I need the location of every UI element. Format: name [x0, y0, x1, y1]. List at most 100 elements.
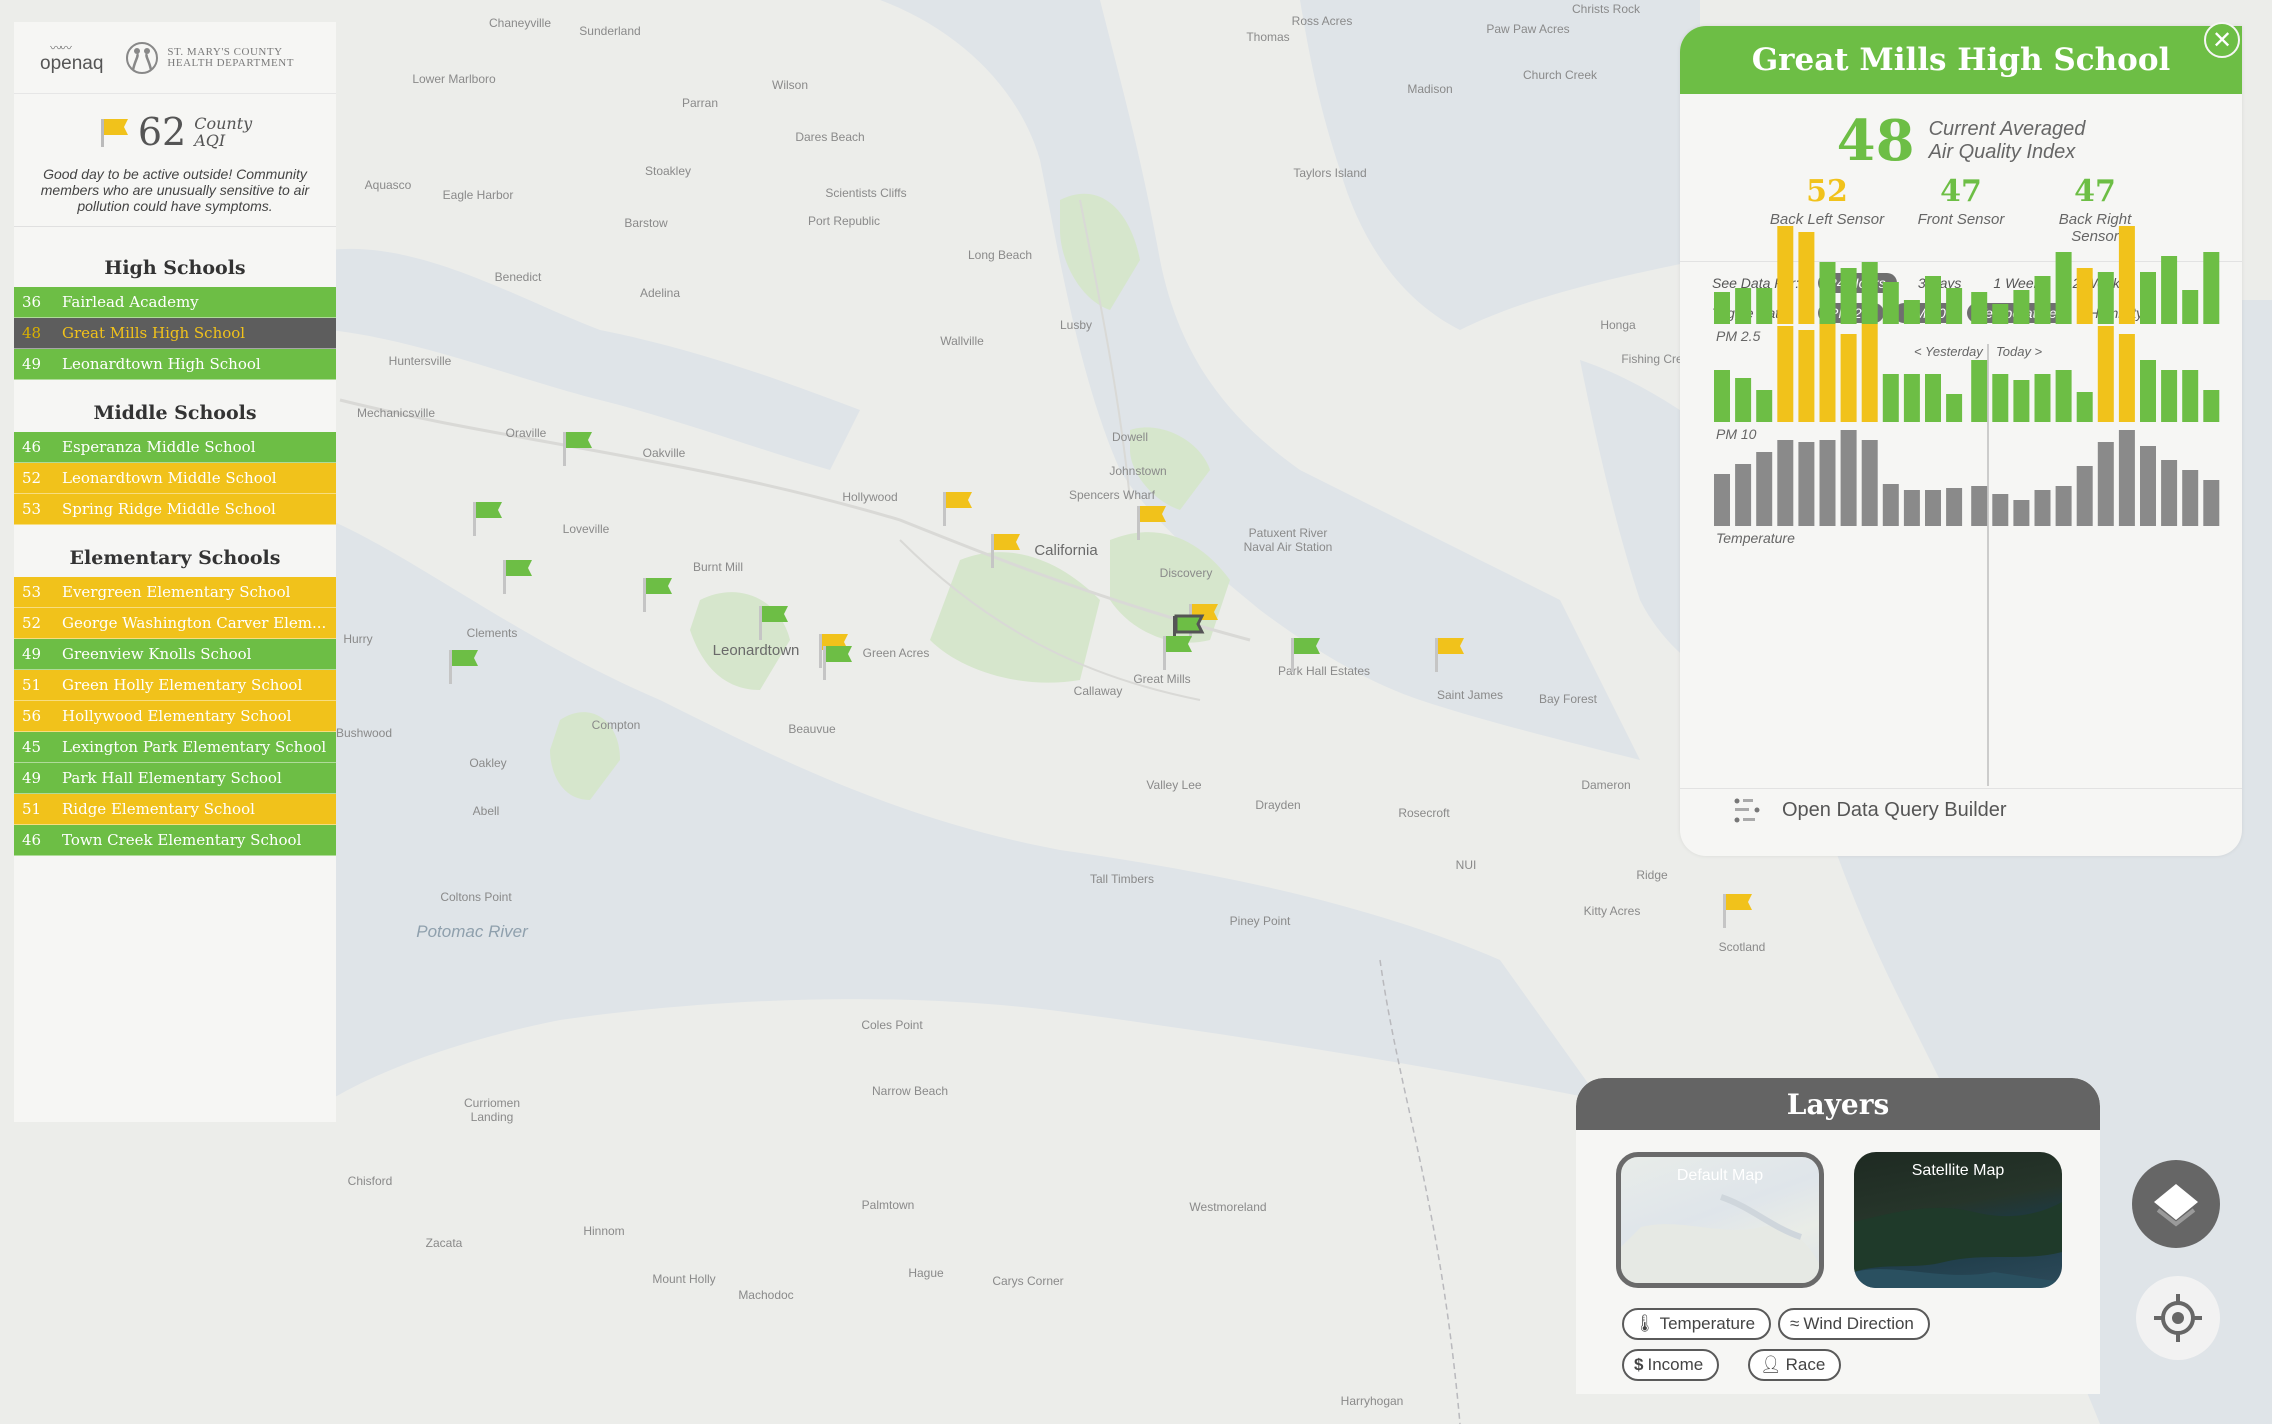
school-row[interactable]: 51 Green Holly Elementary School	[14, 670, 336, 701]
chart-bar[interactable]	[1798, 442, 1815, 526]
school-marker[interactable]	[1134, 504, 1170, 544]
school-marker[interactable]	[470, 500, 506, 540]
chart-bar[interactable]	[1903, 490, 1920, 526]
chart-bar[interactable]	[2013, 500, 2030, 526]
school-marker[interactable]	[500, 558, 536, 598]
close-detail-button[interactable]: ✕	[2204, 22, 2240, 58]
school-marker[interactable]	[988, 532, 1024, 572]
school-row[interactable]: 52 George Washington Carver Elem...	[14, 608, 336, 639]
school-row[interactable]: 56 Hollywood Elementary School	[14, 701, 336, 732]
school-marker[interactable]	[820, 644, 856, 684]
chart-bar[interactable]	[2161, 460, 2178, 526]
chart-bar[interactable]	[2118, 430, 2135, 526]
school-row[interactable]: 53 Evergreen Elementary School	[14, 577, 336, 608]
default-map-option[interactable]: Default Map	[1616, 1152, 1824, 1288]
chart-bar[interactable]	[1861, 440, 1878, 526]
chart-bar[interactable]	[1946, 488, 1963, 526]
chart-bar[interactable]	[2203, 390, 2220, 422]
chart-bar[interactable]	[1756, 288, 1773, 324]
chart-bar[interactable]	[2203, 252, 2220, 324]
chart-bar[interactable]	[1992, 374, 2009, 422]
school-marker[interactable]	[756, 604, 792, 644]
school-row[interactable]: 46 Town Creek Elementary School	[14, 825, 336, 856]
layers-toggle-button[interactable]	[2132, 1160, 2220, 1248]
school-marker[interactable]	[1432, 636, 1468, 676]
chart-bar[interactable]	[1840, 268, 1857, 324]
school-marker[interactable]	[560, 430, 596, 470]
chart-bar[interactable]	[1819, 262, 1836, 324]
chart-bar[interactable]	[1971, 360, 1988, 422]
chart-bar[interactable]	[1946, 394, 1963, 422]
chart-bar[interactable]	[2034, 276, 2051, 324]
chart-bar[interactable]	[1992, 494, 2009, 526]
chart-bar[interactable]	[1735, 378, 1752, 422]
chart-bar[interactable]	[2161, 370, 2178, 422]
chart-bar[interactable]	[1946, 288, 1963, 324]
school-row[interactable]: 51 Ridge Elementary School	[14, 794, 336, 825]
chart-bar[interactable]	[2076, 268, 2093, 324]
chart-bar[interactable]	[2013, 380, 2030, 422]
school-marker[interactable]	[1160, 634, 1196, 674]
chart-bar[interactable]	[1903, 374, 1920, 422]
chart-bar[interactable]	[1819, 440, 1836, 526]
chart-bar[interactable]	[1714, 292, 1730, 324]
chart-bar[interactable]	[1777, 440, 1794, 526]
chart-bar[interactable]	[2182, 470, 2199, 526]
chart-bar[interactable]	[1735, 288, 1752, 324]
chart-bar[interactable]	[2055, 370, 2072, 422]
chart-bar[interactable]	[2013, 290, 2030, 324]
school-row[interactable]: 46 Esperanza Middle School	[14, 432, 336, 463]
chart-bar[interactable]	[1840, 334, 1857, 422]
school-row[interactable]: 45 Lexington Park Elementary School	[14, 732, 336, 763]
chart-bar[interactable]	[2118, 334, 2135, 422]
chart-bar[interactable]	[1971, 292, 1988, 324]
income-layer-chip[interactable]: $ Income	[1622, 1349, 1720, 1381]
school-marker[interactable]	[1720, 892, 1756, 932]
chart-bar[interactable]	[1714, 370, 1730, 422]
chart-bar[interactable]	[1861, 324, 1878, 422]
chart-bar[interactable]	[2140, 272, 2156, 324]
open-query-builder-button[interactable]: Open Data Query Builder	[1680, 788, 2242, 832]
chart-bar[interactable]	[1777, 326, 1794, 422]
school-marker[interactable]	[446, 648, 482, 688]
chart-bar[interactable]	[1992, 304, 2009, 324]
satellite-map-option[interactable]: Satellite Map	[1854, 1152, 2062, 1288]
chart-bar[interactable]	[2161, 256, 2178, 324]
temperature-layer-chip[interactable]: 🌡︎ Temperature	[1622, 1308, 1772, 1340]
chart-bar[interactable]	[1819, 324, 1836, 422]
school-row[interactable]: 48 Great Mills High School	[14, 318, 336, 349]
chart-bar[interactable]	[2203, 480, 2220, 526]
locate-me-button[interactable]	[2136, 1276, 2220, 1360]
wind-direction-layer-chip[interactable]: ≈ Wind Direction	[1778, 1308, 1930, 1340]
school-marker[interactable]	[940, 490, 976, 530]
chart-bar[interactable]	[2055, 486, 2072, 526]
school-marker[interactable]	[1288, 636, 1324, 676]
chart-bar[interactable]	[1840, 430, 1857, 526]
chart-bar[interactable]	[1798, 232, 1815, 324]
chart-bar[interactable]	[1798, 330, 1815, 422]
chart-bar[interactable]	[2097, 326, 2114, 422]
chart-bar[interactable]	[2182, 370, 2199, 422]
school-marker[interactable]	[640, 576, 676, 616]
chart-bar[interactable]	[2140, 360, 2156, 422]
chart-bar[interactable]	[1756, 390, 1773, 422]
chart-bar[interactable]	[1925, 490, 1941, 526]
chart-bar[interactable]	[1861, 262, 1878, 324]
school-row[interactable]: 36 Fairlead Academy	[14, 287, 336, 318]
chart-bar[interactable]	[1756, 452, 1773, 526]
chart-bar[interactable]	[2055, 252, 2072, 324]
school-row[interactable]: 53 Spring Ridge Middle School	[14, 494, 336, 525]
chart-bar[interactable]	[1925, 374, 1941, 422]
chart-bar[interactable]	[1925, 276, 1941, 324]
chart-bar[interactable]	[1714, 474, 1730, 526]
chart-bar[interactable]	[1882, 282, 1899, 324]
chart-bar[interactable]	[2140, 446, 2156, 526]
race-layer-chip[interactable]: 👤︎ Race	[1748, 1349, 1842, 1381]
chart-bar[interactable]	[2097, 442, 2114, 526]
chart-bar[interactable]	[1882, 484, 1899, 526]
school-row[interactable]: 49 Leonardtown High School	[14, 349, 336, 380]
school-row[interactable]: 49 Greenview Knolls School	[14, 639, 336, 670]
chart-bar[interactable]	[2182, 290, 2199, 324]
chart-bar[interactable]	[1971, 486, 1988, 526]
chart-bar[interactable]	[2097, 272, 2114, 324]
